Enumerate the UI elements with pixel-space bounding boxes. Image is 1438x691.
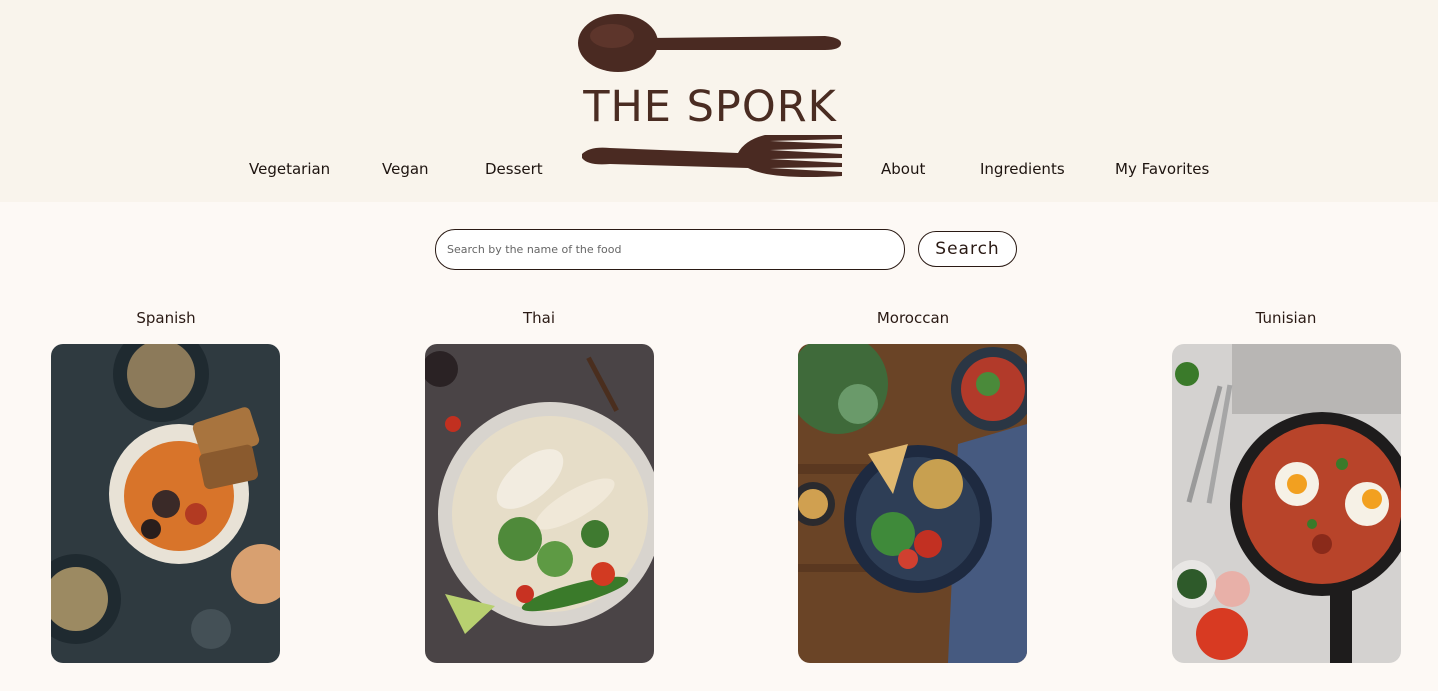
search-button[interactable]: Search: [918, 231, 1017, 267]
category-label-thai: Thai: [522, 309, 556, 327]
category-image-moroccan[interactable]: [798, 344, 1027, 663]
site-header: THE SPORK Vegetarian Vegan Dessert About…: [0, 0, 1438, 202]
category-image-spanish[interactable]: [51, 344, 280, 663]
category-label-tunisian: Tunisian: [1255, 309, 1317, 327]
brand-logo[interactable]: THE SPORK: [570, 8, 850, 186]
nav-vegetarian[interactable]: Vegetarian: [249, 160, 330, 178]
nav-ingredients[interactable]: Ingredients: [980, 160, 1065, 178]
category-label-spanish: Spanish: [136, 309, 196, 327]
category-label-moroccan: Moroccan: [876, 309, 950, 327]
nav-my-favorites[interactable]: My Favorites: [1115, 160, 1209, 178]
search-input[interactable]: [435, 229, 905, 270]
category-image-thai[interactable]: [425, 344, 654, 663]
nav-vegan[interactable]: Vegan: [382, 160, 429, 178]
category-image-tunisian[interactable]: [1172, 344, 1401, 663]
nav-about[interactable]: About: [881, 160, 925, 178]
brand-name: THE SPORK: [583, 82, 837, 132]
nav-dessert[interactable]: Dessert: [485, 160, 543, 178]
